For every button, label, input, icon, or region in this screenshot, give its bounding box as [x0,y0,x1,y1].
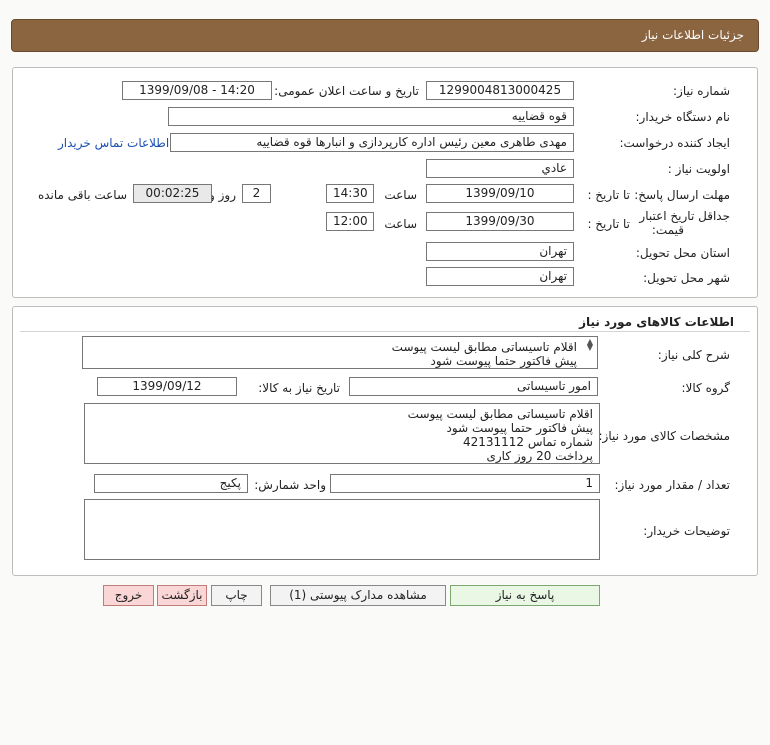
city-field: تهران [426,267,574,286]
province-label: استان محل تحویل: [635,246,730,260]
need-number-label: شماره نیاز: [673,84,730,98]
priority-label: اولویت نیاز : [667,162,730,176]
buyer-org-field: قوه قضاییه [168,107,574,126]
time-remaining-field: 00:02:25 [133,184,212,203]
announce-datetime-label: تاریخ و ساعت اعلان عمومی: [274,84,419,98]
priority-field: عادي [426,159,574,178]
deadline-date-field: 1399/09/10 [426,184,574,203]
spec-line: اقلام تاسیساتی مطابق لیست پیوست [407,407,593,421]
spec-line: پیش فاکتور حتما پیوست شود [446,421,593,435]
deadline-label: مهلت ارسال پاسخ: [634,188,730,202]
page-title: جزئیات اطلاعات نیاز [641,28,744,42]
specs-label: مشخصات کالای مورد نیاز: [598,429,730,443]
quantity-label: تعداد / مقدار مورد نیاز: [614,478,730,492]
buyer-contact-link[interactable]: اطلاعات تماس خریدار [58,136,169,150]
desc-textarea[interactable]: اقلام تاسیساتی مطابق لیست پیوست پیش فاکت… [82,336,598,369]
validity-label-line2: قیمت: [651,223,684,237]
print-button[interactable]: چاپ [211,585,262,606]
section-divider [20,331,750,332]
requester-label: ایجاد کننده درخواست: [619,136,730,150]
time-remaining-label: ساعت باقی مانده [37,188,127,202]
announce-datetime-field: 1399/09/08 - 14:20 [122,81,272,100]
deadline-time-field: 14:30 [326,184,374,203]
city-label: شهر محل تحویل: [643,271,730,285]
desc-line: پیش فاکتور حتما پیوست شود [430,354,577,368]
deadline-time-label: ساعت [384,188,417,202]
page-header: جزئیات اطلاعات نیاز [11,19,759,52]
validity-date-field: 1399/09/30 [426,212,574,231]
view-attachments-button[interactable]: مشاهده مدارک پیوستی (1) [270,585,446,606]
exit-button[interactable]: خروج [103,585,154,606]
province-field: تهران [426,242,574,261]
goods-group-label: گروه کالا: [681,381,731,395]
buyer-notes-label: توضیحات خریدار: [643,524,730,538]
quantity-field: 1 [330,474,600,493]
buyer-notes-textarea[interactable] [84,499,600,560]
scroll-arrows-icon[interactable]: ▲ ▼ [585,338,595,352]
validity-time-label: ساعت [384,217,417,231]
days-remaining-field: 2 [242,184,271,203]
spec-line: شماره تماس 42131112 [462,435,593,449]
validity-to-date-label: تا تاریخ : [587,217,630,231]
specs-textarea[interactable]: اقلام تاسیساتی مطابق لیست پیوست پیش فاکت… [84,403,600,464]
desc-label: شرح کلی نیاز: [657,348,730,362]
validity-label-line1: جداقل تاریخ اعتبار [639,209,730,223]
unit-label: واحد شمارش: [254,478,326,492]
goods-section-title: اطلاعات کالاهای مورد نیاز [579,315,734,329]
need-date-label: تاریخ نیاز به کالا: [258,381,340,395]
reply-button[interactable]: پاسخ به نیاز [450,585,600,606]
need-number-field: 1299004813000425 [426,81,574,100]
need-info-panel [12,67,758,298]
back-button[interactable]: بازگشت [157,585,207,606]
deadline-to-date-label: تا تاریخ : [587,188,630,202]
days-label: روز و [209,188,236,202]
unit-field: پکیج [94,474,248,493]
need-date-field: 1399/09/12 [97,377,237,396]
requester-field: مهدی طاهری معین رئیس اداره کارپردازی و ا… [170,133,574,152]
validity-time-field: 12:00 [326,212,374,231]
spec-line: پرداخت 20 روز کاری [486,449,593,463]
goods-group-field: امور تاسیساتی [349,377,598,396]
desc-line: اقلام تاسیساتی مطابق لیست پیوست [391,340,577,354]
buyer-org-label: نام دستگاه خریدار: [635,110,731,124]
